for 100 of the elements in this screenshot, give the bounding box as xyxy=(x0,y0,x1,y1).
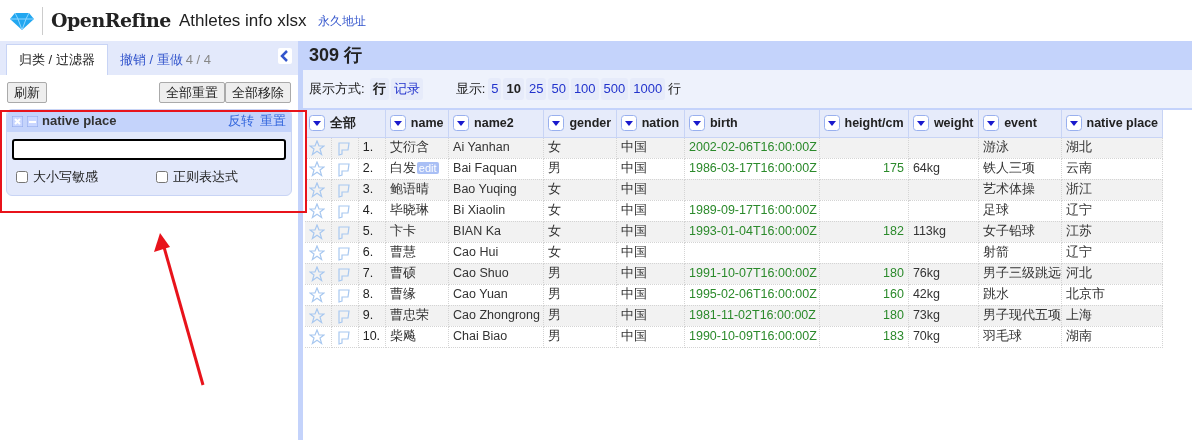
view-option[interactable]: 100 xyxy=(570,78,599,100)
table-cell: 北京市 xyxy=(1065,287,1105,302)
flag-icon[interactable] xyxy=(335,244,352,261)
table-cell: BIAN Ka xyxy=(453,224,501,239)
dropdown-icon[interactable] xyxy=(620,115,637,132)
column-header[interactable]: name xyxy=(410,113,444,133)
view-label: 展示方式: xyxy=(309,80,365,99)
dropdown-icon[interactable] xyxy=(548,115,565,132)
column-header[interactable]: native place xyxy=(1086,113,1159,133)
table-cell: 女子铅球 xyxy=(983,224,1036,239)
star-icon[interactable] xyxy=(309,244,325,261)
toolbar-button[interactable]: 全部重置 xyxy=(159,82,225,103)
table-cell: 女 xyxy=(548,224,562,239)
flag-icon[interactable] xyxy=(335,307,352,324)
table-cell: 白发 xyxy=(389,161,416,176)
table-cell: 中国 xyxy=(620,308,647,323)
flag-icon[interactable] xyxy=(335,139,352,156)
flag-icon[interactable] xyxy=(335,265,352,282)
star-icon[interactable] xyxy=(309,223,325,240)
table-cell: 男 xyxy=(548,287,562,302)
table-cell: 180 xyxy=(883,308,904,323)
star-icon[interactable] xyxy=(309,139,325,156)
project-title: Athletes info xlsx xyxy=(178,9,307,32)
table-cell: 中国 xyxy=(620,203,647,218)
checkbox[interactable] xyxy=(156,170,168,183)
toolbar-button[interactable]: 刷新 xyxy=(7,82,47,103)
dropdown-icon[interactable] xyxy=(912,115,929,132)
flag-icon[interactable] xyxy=(335,202,352,219)
toolbar-button[interactable]: 全部移除 xyxy=(225,82,291,103)
facet-link[interactable]: 反转 xyxy=(228,111,254,131)
facet-link[interactable]: 重置 xyxy=(260,111,286,131)
column-header[interactable]: gender xyxy=(569,113,612,133)
dropdown-icon[interactable] xyxy=(1065,115,1082,132)
column-header[interactable]: nation xyxy=(641,113,680,133)
dropdown-icon[interactable] xyxy=(389,115,406,132)
page-size-label: 显示: xyxy=(455,80,486,99)
view-option[interactable]: 10 xyxy=(503,78,524,100)
table-cell: 辽宁 xyxy=(1065,203,1092,218)
view-option[interactable]: 50 xyxy=(548,78,569,100)
star-icon[interactable] xyxy=(309,181,325,198)
table-cell: 男 xyxy=(548,308,562,323)
table-cell: 76kg xyxy=(912,266,940,281)
column-header[interactable]: birth xyxy=(710,113,738,133)
table-cell: 浙江 xyxy=(1065,182,1092,197)
row-number: 1. xyxy=(362,140,374,155)
dropdown-icon[interactable] xyxy=(453,115,470,132)
close-icon[interactable] xyxy=(12,115,23,127)
table-cell: 1989-09-17T16:00:00Z xyxy=(689,203,817,218)
star-icon[interactable] xyxy=(309,286,325,303)
view-option[interactable]: 5 xyxy=(488,78,502,100)
view-option[interactable]: 1000 xyxy=(630,78,666,100)
collapse-icon[interactable] xyxy=(278,48,292,64)
table-cell: 河北 xyxy=(1065,266,1092,281)
column-header[interactable]: name2 xyxy=(474,113,514,133)
star-icon[interactable] xyxy=(309,160,325,177)
flag-icon[interactable] xyxy=(335,328,352,345)
table-cell: 1990-10-09T16:00:00Z xyxy=(689,329,817,344)
star-icon[interactable] xyxy=(309,307,325,324)
flag-icon[interactable] xyxy=(335,160,352,177)
table-cell: 男 xyxy=(548,329,562,344)
star-icon[interactable] xyxy=(309,265,325,282)
table-cell: Bai Faquan xyxy=(453,161,517,176)
table-cell: 183 xyxy=(883,329,904,344)
dropdown-icon[interactable] xyxy=(689,115,705,132)
table-cell: 云南 xyxy=(1065,161,1092,176)
minimize-icon[interactable] xyxy=(27,115,38,127)
table-cell: 180 xyxy=(883,266,904,281)
dropdown-icon[interactable] xyxy=(823,115,840,132)
permalink-link[interactable]: 永久地址 xyxy=(318,11,367,30)
table-cell: 女 xyxy=(548,203,562,218)
table-cell: 曹忠荣 xyxy=(389,308,429,323)
panel-tab[interactable]: 归类 / 过滤器 xyxy=(6,44,108,75)
table-cell: 中国 xyxy=(620,140,647,155)
table-cell: 113kg xyxy=(912,224,947,239)
page-size-suffix: 行 xyxy=(668,80,682,99)
text-filter-field[interactable] xyxy=(12,139,286,160)
table-cell: 中国 xyxy=(620,287,647,302)
column-header[interactable]: 全部 xyxy=(330,113,356,133)
star-icon[interactable] xyxy=(309,328,325,345)
flag-icon[interactable] xyxy=(335,286,352,303)
view-option[interactable]: 25 xyxy=(525,78,547,100)
table-cell: 足球 xyxy=(983,203,1010,218)
panel-tab[interactable]: 撤销 / 重做 4 / 4 xyxy=(107,44,223,75)
table-cell: Ai Yanhan xyxy=(453,140,510,155)
checkbox[interactable] xyxy=(16,170,28,183)
table-cell: 射箭 xyxy=(983,245,1010,260)
column-header[interactable]: weight xyxy=(933,113,974,133)
dropdown-icon[interactable] xyxy=(983,115,1000,132)
view-option[interactable]: 500 xyxy=(600,78,629,100)
dropdown-icon[interactable] xyxy=(309,115,325,132)
flag-icon[interactable] xyxy=(335,223,352,240)
view-option[interactable]: 记录 xyxy=(390,78,423,100)
table-cell: Cao Shuo xyxy=(453,266,509,281)
flag-icon[interactable] xyxy=(335,181,352,198)
view-option[interactable]: 行 xyxy=(369,78,389,100)
column-header[interactable]: event xyxy=(1004,113,1037,133)
column-header[interactable]: height/cm xyxy=(844,113,904,133)
table-cell: 曹硕 xyxy=(389,266,416,281)
star-icon[interactable] xyxy=(309,202,325,219)
table-cell: 1991-10-07T16:00:00Z xyxy=(689,266,817,281)
